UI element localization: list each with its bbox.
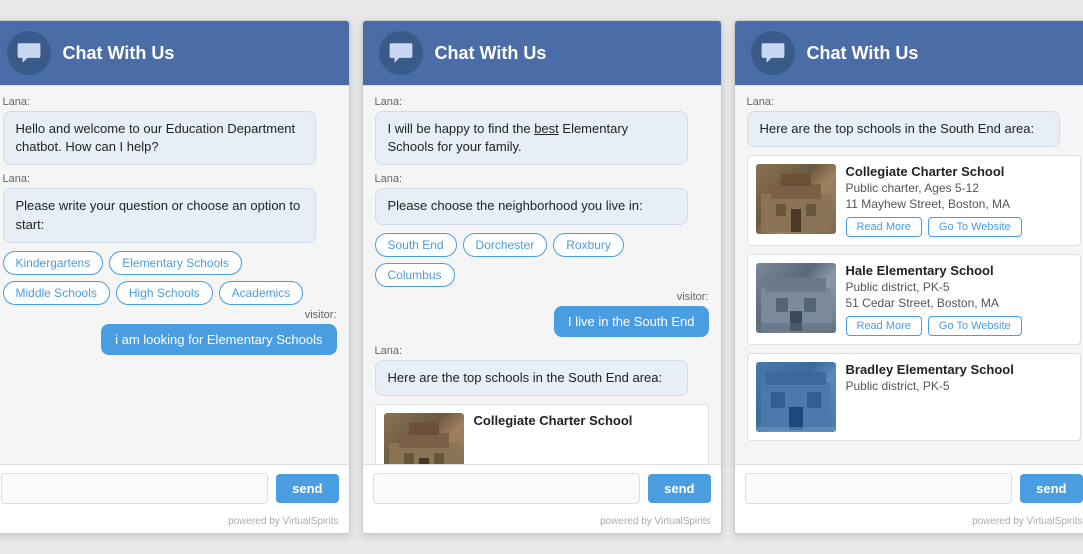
school-name-3-3: Bradley Elementary School bbox=[846, 362, 1072, 377]
chat-body-3[interactable]: Lana: Here are the top schools in the So… bbox=[735, 85, 1083, 465]
school-type-3-1: Public charter, Ages 5-12 bbox=[846, 181, 1072, 195]
school-image-3-2 bbox=[756, 263, 836, 333]
go-to-website-button-3-1[interactable]: Go To Website bbox=[928, 217, 1022, 237]
chat-widget-2: Chat With Us Lana: I will be happy to fi… bbox=[362, 20, 722, 534]
chat-icon-1 bbox=[7, 31, 51, 75]
option-middle-schools[interactable]: Middle Schools bbox=[3, 281, 110, 305]
lana-bubble-2a: I will be happy to find the best Element… bbox=[375, 111, 689, 165]
option-buttons-1: Kindergartens Elementary Schools Middle … bbox=[3, 251, 337, 305]
school-buttons-3-1: Read More Go To Website bbox=[846, 217, 1072, 237]
building-svg-3-3 bbox=[756, 362, 836, 432]
powered-by-3: powered by VirtualSpirits bbox=[735, 512, 1083, 533]
go-to-website-button-3-2[interactable]: Go To Website bbox=[928, 316, 1022, 336]
chat-input-3[interactable] bbox=[745, 473, 1013, 504]
school-address-3-1: 11 Mayhew Street, Boston, MA bbox=[846, 197, 1072, 211]
school-image-3-1 bbox=[756, 164, 836, 234]
school-name-partial: Collegiate Charter School bbox=[474, 413, 700, 428]
chat-header-2: Chat With Us bbox=[363, 21, 721, 85]
school-info-3-3: Bradley Elementary School Public distric… bbox=[846, 362, 1072, 432]
option-buttons-2: South End Dorchester Roxbury Columbus bbox=[375, 233, 709, 287]
visitor-label-2: visitor: bbox=[375, 291, 709, 303]
visitor-bubble-2: I live in the South End bbox=[554, 306, 708, 337]
school-card-3-2: Hale Elementary School Public district, … bbox=[747, 254, 1081, 345]
school-address-3-2: 51 Cedar Street, Boston, MA bbox=[846, 296, 1072, 310]
read-more-button-3-1[interactable]: Read More bbox=[846, 217, 922, 237]
school-building-3-3 bbox=[756, 362, 836, 432]
chat-widget-3: Chat With Us Lana: Here are the top scho… bbox=[734, 20, 1083, 534]
chat-title-1: Chat With Us bbox=[63, 43, 175, 64]
lana-bubble-1b: Please write your question or choose an … bbox=[3, 188, 317, 242]
option-south-end[interactable]: South End bbox=[375, 233, 457, 257]
chat-input-1[interactable] bbox=[1, 473, 269, 504]
chat-icon-3 bbox=[751, 31, 795, 75]
lana-label-3a: Lana: bbox=[747, 96, 1081, 108]
visitor-wrap-1: visitor: i am looking for Elementary Sch… bbox=[3, 309, 337, 355]
lana-bubble-3a: Here are the top schools in the South En… bbox=[747, 111, 1061, 147]
chat-bubble-icon-2 bbox=[388, 40, 414, 66]
lana-label-2b: Lana: bbox=[375, 173, 709, 185]
send-button-2[interactable]: send bbox=[648, 474, 710, 503]
school-image-partial bbox=[384, 413, 464, 465]
school-card-3-3: Bradley Elementary School Public distric… bbox=[747, 353, 1081, 441]
school-building-3-2 bbox=[756, 263, 836, 333]
school-image-building bbox=[384, 413, 464, 465]
visitor-bubble-1: i am looking for Elementary Schools bbox=[101, 324, 336, 355]
school-building-3-1 bbox=[756, 164, 836, 234]
school-info-3-1: Collegiate Charter School Public charter… bbox=[846, 164, 1072, 237]
chat-bubble-icon-3 bbox=[760, 40, 786, 66]
chat-header-1: Chat With Us bbox=[0, 21, 349, 85]
option-dorchester[interactable]: Dorchester bbox=[463, 233, 548, 257]
option-high-schools[interactable]: High Schools bbox=[116, 281, 213, 305]
powered-by-2: powered by VirtualSpirits bbox=[363, 512, 721, 533]
school-name-3-1: Collegiate Charter School bbox=[846, 164, 1072, 179]
building-svg-3-1 bbox=[756, 164, 836, 234]
lana-label-1b: Lana: bbox=[3, 173, 337, 185]
school-card-3-1: Collegiate Charter School Public charter… bbox=[747, 155, 1081, 246]
lana-bubble-2b: Please choose the neighborhood you live … bbox=[375, 188, 689, 224]
send-button-1[interactable]: send bbox=[276, 474, 338, 503]
chat-footer-1: send bbox=[0, 465, 349, 512]
chat-title-3: Chat With Us bbox=[807, 43, 919, 64]
visitor-wrap-2: visitor: I live in the South End bbox=[375, 291, 709, 337]
school-type-3-3: Public district, PK-5 bbox=[846, 379, 1072, 393]
option-columbus[interactable]: Columbus bbox=[375, 263, 455, 287]
visitor-label-1: visitor: bbox=[3, 309, 337, 321]
lana-label-1a: Lana: bbox=[3, 96, 337, 108]
chat-body-2[interactable]: Lana: I will be happy to find the best E… bbox=[363, 85, 721, 465]
building-svg-1 bbox=[384, 413, 464, 465]
option-academics[interactable]: Academics bbox=[219, 281, 304, 305]
school-info-3-2: Hale Elementary School Public district, … bbox=[846, 263, 1072, 336]
powered-by-1: powered by VirtualSpirits bbox=[0, 512, 349, 533]
chat-title-2: Chat With Us bbox=[435, 43, 547, 64]
school-name-3-2: Hale Elementary School bbox=[846, 263, 1072, 278]
lana-bubble-1a: Hello and welcome to our Education Depar… bbox=[3, 111, 317, 165]
chat-body-1[interactable]: Lana: Hello and welcome to our Education… bbox=[0, 85, 349, 465]
chat-footer-3: send bbox=[735, 465, 1083, 512]
chat-bubble-icon-1 bbox=[16, 40, 42, 66]
building-svg-3-2 bbox=[756, 263, 836, 333]
lana-bubble-2a-text: I will be happy to find the best Element… bbox=[388, 121, 629, 154]
chat-header-3: Chat With Us bbox=[735, 21, 1083, 85]
chat-widgets-container: Chat With Us Lana: Hello and welcome to … bbox=[0, 20, 1083, 534]
option-roxbury[interactable]: Roxbury bbox=[553, 233, 624, 257]
lana-bubble-2c: Here are the top schools in the South En… bbox=[375, 360, 689, 396]
school-type-3-2: Public district, PK-5 bbox=[846, 280, 1072, 294]
chat-footer-2: send bbox=[363, 465, 721, 512]
lana-label-2c: Lana: bbox=[375, 345, 709, 357]
send-button-3[interactable]: send bbox=[1020, 474, 1082, 503]
school-buttons-3-2: Read More Go To Website bbox=[846, 316, 1072, 336]
chat-input-2[interactable] bbox=[373, 473, 641, 504]
lana-label-2a: Lana: bbox=[375, 96, 709, 108]
chat-widget-1: Chat With Us Lana: Hello and welcome to … bbox=[0, 20, 350, 534]
school-card-partial: Collegiate Charter School bbox=[375, 404, 709, 465]
option-kindergartens[interactable]: Kindergartens bbox=[3, 251, 104, 275]
read-more-button-3-2[interactable]: Read More bbox=[846, 316, 922, 336]
school-image-3-3 bbox=[756, 362, 836, 432]
chat-icon-2 bbox=[379, 31, 423, 75]
option-elementary-schools[interactable]: Elementary Schools bbox=[109, 251, 242, 275]
school-info-partial: Collegiate Charter School bbox=[474, 413, 700, 465]
